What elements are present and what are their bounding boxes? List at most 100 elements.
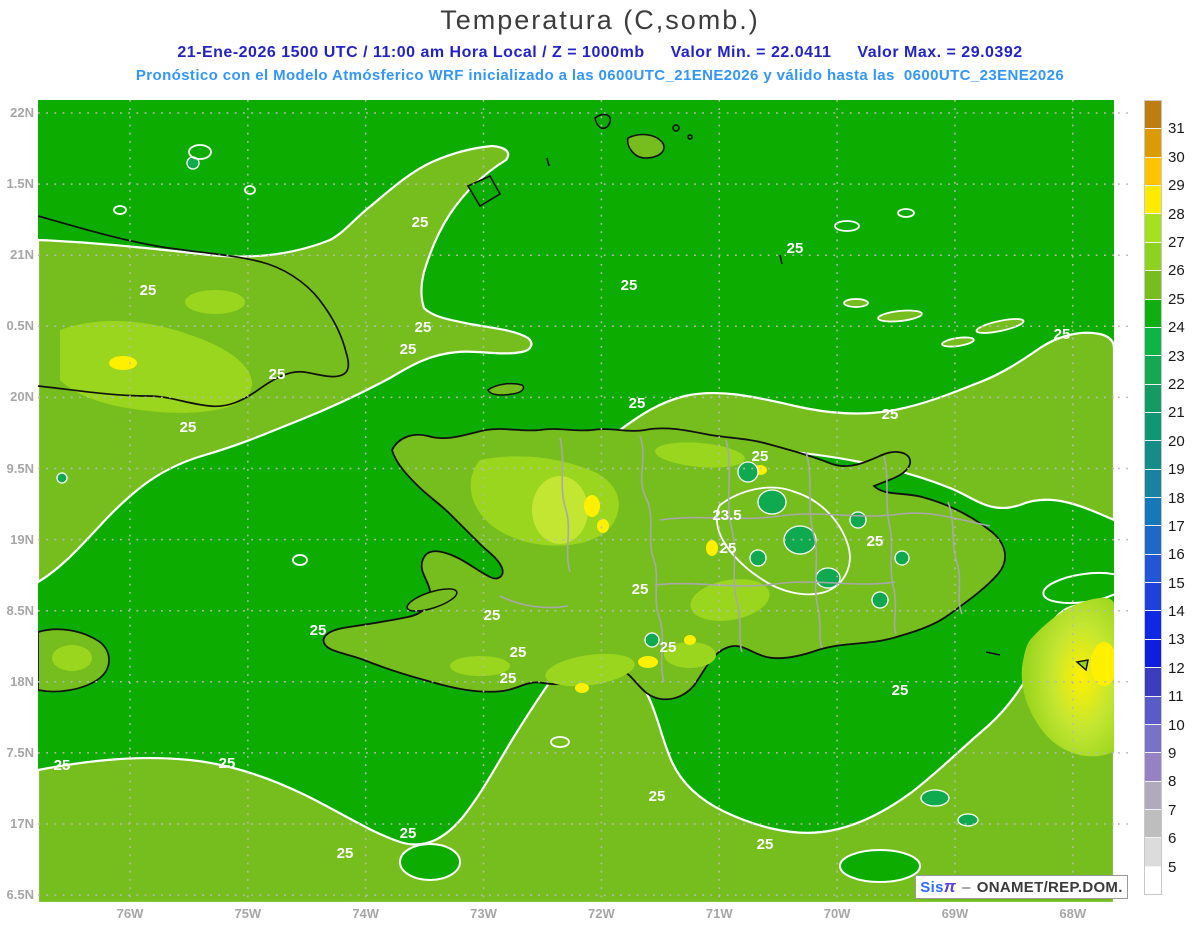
temperature-colorbar: [1144, 100, 1162, 895]
colorbar-tick-label: 11: [1168, 688, 1184, 706]
contour-label: 25: [500, 670, 517, 687]
contour-label: 25: [660, 639, 677, 656]
colorbar-segment: [1145, 298, 1161, 327]
colorbar-tick-label: 12: [1168, 659, 1185, 677]
colorbar-segment: [1145, 695, 1161, 724]
lat-tick-label: 9.5N: [6, 460, 34, 476]
lat-tick-label: 0.5N: [6, 318, 34, 334]
colorbar-tick-label: 26: [1168, 262, 1185, 280]
contour-label: 25: [867, 533, 884, 550]
contour-label: 25: [1054, 326, 1071, 343]
sispi-logo-text: Sis: [920, 878, 944, 896]
contour-label: 25: [412, 214, 429, 231]
colorbar-tick-label: 21: [1168, 404, 1185, 422]
lat-tick-label: 21N: [10, 247, 34, 263]
warm-patch: [532, 476, 588, 544]
colorbar-tick-label: 31: [1168, 120, 1185, 138]
colorbar-tick-label: 7: [1168, 801, 1177, 819]
colorbar-tick-label: 20: [1168, 432, 1185, 450]
colorbar-segment: [1145, 326, 1161, 356]
colorbar-tick-label: 5: [1168, 858, 1177, 876]
colorbar-segment: [1145, 610, 1161, 639]
colorbar-segment: [1145, 638, 1161, 668]
contour-label: 25: [621, 277, 638, 294]
colorbar-segment: [1145, 667, 1161, 696]
model-info-line: Pronóstico con el Modelo Atmósferico WRF…: [135, 67, 1065, 84]
colorbar-segment: [1145, 411, 1161, 441]
colorbar-tick-label: 24: [1168, 319, 1185, 337]
colorbar-tick-label: 14: [1168, 603, 1185, 621]
contour-label: 25: [400, 825, 417, 842]
contour-label: 25: [54, 757, 71, 774]
colorbar-tick-label: 15: [1168, 574, 1185, 592]
hot-spot: [684, 635, 696, 645]
cool-wedge: [839, 849, 921, 883]
colorbar-tick-label: 17: [1168, 517, 1185, 535]
lat-tick-label: 1.5N: [6, 176, 34, 192]
warm-sliver: [843, 298, 869, 308]
contour-label: 25: [720, 540, 737, 557]
lon-tick-label: 71W: [705, 906, 733, 921]
contour-label: 25: [757, 836, 774, 853]
colorbar-tick-label: 8: [1168, 773, 1177, 791]
lon-tick-label: 75W: [234, 906, 262, 921]
warm-patch: [185, 290, 245, 314]
valor-max: Valor Max. = 29.0392: [857, 44, 1023, 61]
dash-separator: –: [962, 878, 971, 896]
colorbar-tick-label: 18: [1168, 489, 1185, 507]
temperature-map: 25 25 25 25 25 25 25 25 25 25 25 25 23.5 25 25 25 25 25 25…: [38, 100, 1134, 903]
colorbar-segment: [1145, 837, 1161, 866]
lon-tick-label: 74W: [352, 906, 380, 921]
contour-label: 25: [629, 395, 646, 412]
attribution-box: Sis π – ONAMET/REP.DOM.: [915, 875, 1128, 899]
lat-tick-label: 22N: [10, 105, 34, 120]
colorbar-tick-label: 9: [1168, 745, 1177, 763]
organization-label: ONAMET/REP.DOM.: [976, 878, 1123, 896]
colorbar-tick-label: 19: [1168, 461, 1185, 479]
contour-label: 25: [632, 581, 649, 598]
lon-tick-label: 68W: [1059, 906, 1087, 921]
colorbar-segment: [1145, 440, 1161, 469]
hot-spot: [706, 540, 718, 556]
colorbar-tick-label: 13: [1168, 631, 1185, 649]
colorbar-segment: [1145, 128, 1161, 157]
colorbar-segment: [1145, 497, 1161, 526]
colorbar-tick-label: 28: [1168, 205, 1185, 223]
page-title: Temperatura (C,somb.): [440, 5, 760, 35]
colorbar-segment: [1145, 101, 1161, 129]
forecast-datetime-line: 21-Ene-2026 1500 UTC / 11:00 am Hora Loc…: [0, 44, 1200, 62]
lat-tick-label: 20N: [10, 389, 34, 405]
colorbar-segment: [1145, 865, 1161, 895]
colorbar-segment: [1145, 468, 1161, 498]
colorbar-tick-label: 30: [1168, 148, 1185, 166]
contour-label: 25: [510, 644, 527, 661]
colorbar-segment: [1145, 780, 1161, 809]
contour-label: 25: [140, 282, 157, 299]
lat-tick-label: 6.5N: [6, 887, 34, 903]
colorbar-segment: [1145, 185, 1161, 214]
valor-min: Valor Min. = 22.0411: [670, 44, 832, 61]
colorbar-tick-label: 22: [1168, 375, 1185, 393]
contour-label: 25: [649, 788, 666, 805]
colorbar-segment: [1145, 752, 1161, 781]
contour-label: 25: [180, 419, 197, 436]
lon-tick-label: 76W: [116, 906, 144, 921]
lat-tick-label: 8.5N: [6, 602, 34, 618]
lon-tick-label: 69W: [941, 906, 969, 921]
contour-label: 25: [787, 240, 804, 257]
lon-tick-label: 72W: [588, 906, 615, 921]
cool-wedge: [399, 843, 461, 881]
hot-spot: [584, 495, 600, 517]
lat-tick-label: 18N: [10, 673, 34, 689]
colorbar-segment: [1145, 553, 1161, 583]
hot-spot: [597, 519, 609, 533]
hot-spot: [109, 356, 137, 370]
colorbar-segment: [1145, 270, 1161, 299]
lon-tick-label: 73W: [470, 906, 497, 921]
lat-tick-label: 17N: [10, 816, 34, 831]
colorbar-tick-label: 16: [1168, 546, 1185, 564]
se-hot-core: [1091, 642, 1114, 686]
weather-map-page: Temperatura (C,somb.) 21-Ene-2026 1500 U…: [0, 0, 1200, 927]
colorbar-tick-label: 23: [1168, 347, 1185, 365]
contour-label: 25: [310, 622, 327, 639]
